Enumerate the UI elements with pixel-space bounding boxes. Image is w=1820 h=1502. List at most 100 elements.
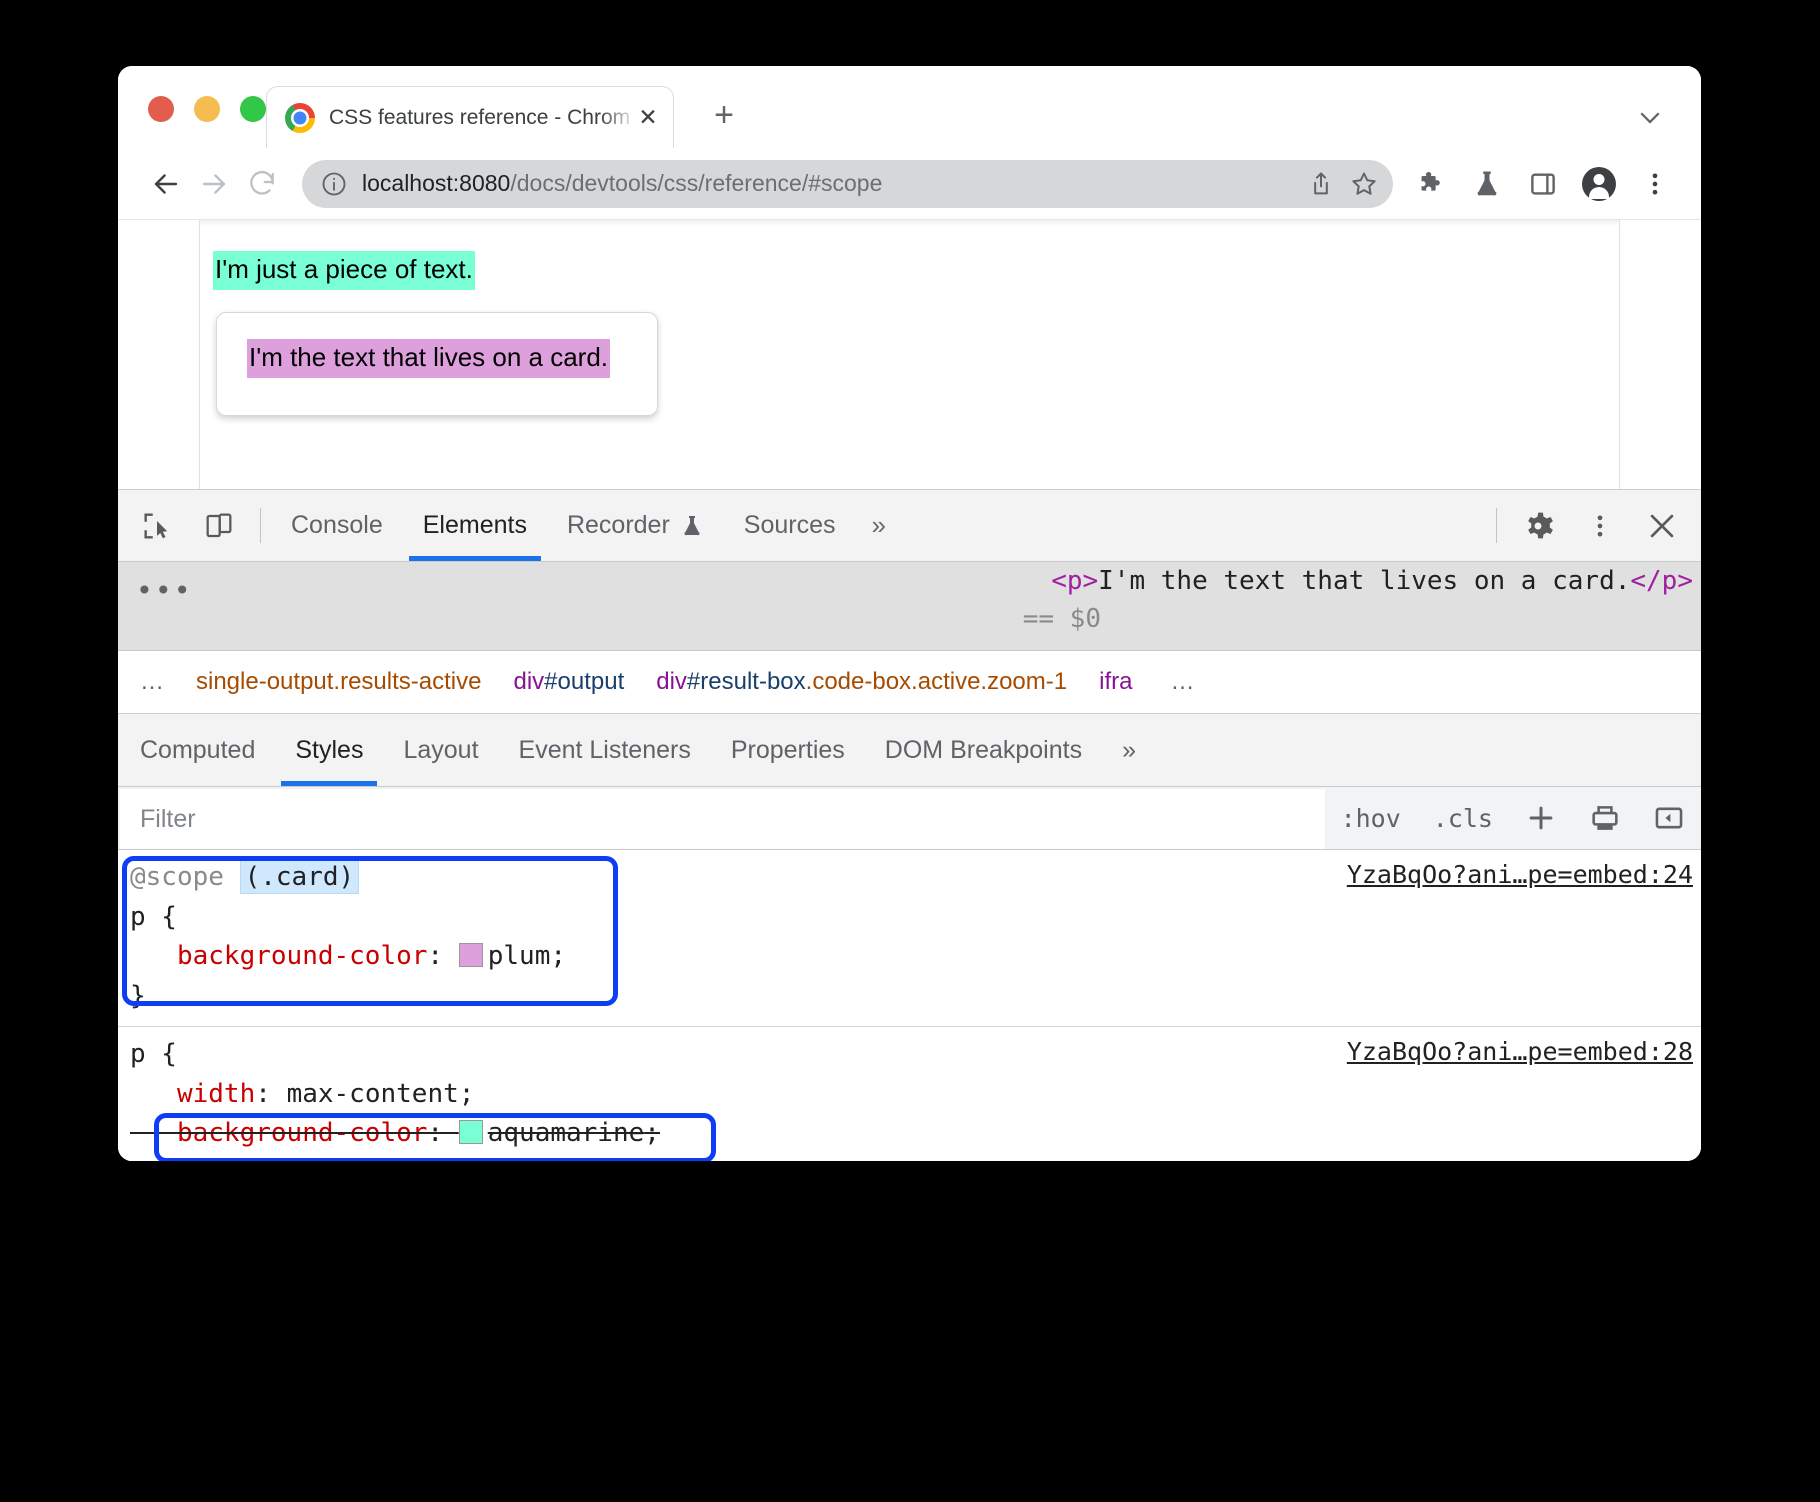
declaration-line-overridden[interactable]: background-color: aquamarine;: [130, 1114, 1701, 1154]
dom-close-tag: </p>: [1630, 566, 1693, 596]
sidebar-tab-event-listeners[interactable]: Event Listeners: [499, 714, 711, 786]
chevron-down-icon[interactable]: [1635, 102, 1665, 132]
close-brace-line: }: [130, 977, 1701, 1017]
window-controls[interactable]: [148, 96, 266, 122]
back-button[interactable]: [142, 160, 190, 208]
new-tab-button[interactable]: +: [704, 96, 744, 136]
inspect-cursor-icon[interactable]: [126, 490, 188, 561]
sidebar-tab-overflow[interactable]: »: [1102, 714, 1156, 786]
color-swatch[interactable]: [459, 1120, 483, 1144]
browser-action-icons: [1407, 160, 1679, 208]
gear-icon[interactable]: [1507, 490, 1569, 561]
close-window-button[interactable]: [148, 96, 174, 122]
breadcrumb-item-iframe[interactable]: ifra: [1083, 668, 1148, 696]
breadcrumb-item-single-output[interactable]: single-output.results-active: [180, 668, 497, 696]
breadcrumb-item-div-result-box[interactable]: div#result-box.code-box.active.zoom-1: [640, 668, 1083, 696]
dom-breadcrumb-bar: … single-output.results-active div#outpu…: [118, 651, 1701, 714]
at-scope-keyword: @scope: [130, 862, 224, 892]
url-path: /docs/devtools/css/reference/#scope: [510, 170, 882, 196]
element-classes-button[interactable]: .cls: [1417, 787, 1509, 849]
color-swatch[interactable]: [459, 943, 483, 967]
reload-button[interactable]: [238, 160, 286, 208]
styles-filter-bar: Filter :hov .cls: [118, 787, 1701, 850]
chrome-logo-icon: [285, 103, 315, 133]
css-rule-scope[interactable]: @scope (.card) p { background-color: plu…: [118, 850, 1701, 1027]
declaration-line[interactable]: background-color: plum;: [130, 937, 1701, 977]
info-circle-icon[interactable]: [320, 170, 348, 198]
close-brace-line: }: [130, 1154, 1701, 1161]
panel-tab-label: Sources: [744, 511, 836, 540]
url-text: localhost:8080/docs/devtools/css/referen…: [362, 170, 1307, 197]
screenshot-stage: CSS features reference - Chrom ✕ +: [0, 0, 1820, 1502]
devtools-panel-tab-sources[interactable]: Sources: [724, 490, 856, 561]
collapse-pane-icon[interactable]: [1637, 787, 1701, 849]
device-toolbar-icon[interactable]: [188, 490, 250, 561]
devtools-panel-tab-console[interactable]: Console: [271, 490, 403, 561]
card-paragraph: I'm the text that lives on a card.: [247, 339, 610, 378]
tab-title: CSS features reference - Chrom: [329, 106, 637, 130]
share-icon[interactable]: [1307, 170, 1335, 198]
rule-source-link[interactable]: YzaBqOo?ani…pe=embed:24: [1347, 860, 1693, 889]
sidebar-tab-computed[interactable]: Computed: [118, 714, 275, 786]
declaration-value[interactable]: aquamarine: [488, 1118, 645, 1148]
close-icon[interactable]: [1631, 490, 1693, 561]
rendered-page-frame: I'm just a piece of text. I'm the text t…: [199, 220, 1620, 489]
panel-overflow-button[interactable]: »: [856, 490, 902, 561]
side-panel-icon[interactable]: [1519, 160, 1567, 208]
maximize-window-button[interactable]: [240, 96, 266, 122]
close-tab-button[interactable]: ✕: [637, 106, 659, 129]
puzzle-icon[interactable]: [1407, 160, 1455, 208]
styles-rules-pane: @scope (.card) p { background-color: plu…: [118, 850, 1701, 1161]
toolbar-divider: [260, 508, 261, 543]
devtools-panel-tab-recorder[interactable]: Recorder: [547, 490, 724, 561]
sidebar-tab-styles[interactable]: Styles: [275, 714, 383, 786]
account-avatar-icon[interactable]: [1575, 160, 1623, 208]
declaration-value[interactable]: plum: [488, 941, 551, 971]
hover-state-button[interactable]: :hov: [1325, 787, 1417, 849]
browser-tab[interactable]: CSS features reference - Chrom ✕: [266, 86, 674, 148]
flask-icon[interactable]: [1463, 160, 1511, 208]
panel-tab-label: Elements: [423, 511, 527, 540]
styles-sidebar-tabs: Computed Styles Layout Event Listeners P…: [118, 714, 1701, 787]
toolbar-divider: [1496, 508, 1497, 543]
minimize-window-button[interactable]: [194, 96, 220, 122]
sidebar-tab-properties[interactable]: Properties: [711, 714, 865, 786]
star-icon[interactable]: [1349, 169, 1379, 199]
omnibox-actions: [1307, 169, 1379, 199]
breadcrumb-item-div-output[interactable]: div#output: [497, 668, 640, 696]
sidebar-tab-layout[interactable]: Layout: [383, 714, 498, 786]
filter-input[interactable]: Filter: [120, 789, 1325, 849]
sidebar-tab-dom-breakpoints[interactable]: DOM Breakpoints: [865, 714, 1102, 786]
dom-tree-row: ••• <p>I'm the text that lives on a card…: [118, 562, 1701, 651]
panel-tab-label: Recorder: [567, 511, 670, 540]
breadcrumb-overflow-right[interactable]: …: [1148, 668, 1210, 696]
declaration-line[interactable]: width: max-content;: [130, 1075, 1701, 1115]
declaration-property[interactable]: width: [177, 1079, 255, 1109]
page-viewport: I'm just a piece of text. I'm the text t…: [118, 220, 1701, 489]
selector-line[interactable]: p {: [130, 898, 1701, 938]
declaration-property[interactable]: background-color: [177, 1118, 427, 1148]
card-element: I'm the text that lives on a card.: [216, 312, 658, 416]
dom-selected-node[interactable]: <p>I'm the text that lives on a card.</p…: [118, 566, 1693, 596]
scope-value[interactable]: (.card): [240, 860, 360, 894]
plus-icon[interactable]: [1509, 787, 1573, 849]
rule-source-link[interactable]: YzaBqOo?ani…pe=embed:28: [1347, 1037, 1693, 1066]
three-dot-menu-icon[interactable]: [1631, 160, 1679, 208]
address-bar[interactable]: localhost:8080/docs/devtools/css/referen…: [302, 160, 1393, 208]
print-styles-icon[interactable]: [1573, 787, 1637, 849]
devtools-panel: Console Elements Recorder Sources »: [118, 489, 1701, 1161]
devtools-panel-tab-elements[interactable]: Elements: [403, 490, 547, 561]
three-dot-menu-icon[interactable]: [1569, 490, 1631, 561]
flask-icon: [680, 514, 704, 538]
declaration-property[interactable]: background-color: [177, 941, 427, 971]
browser-window: CSS features reference - Chrom ✕ +: [118, 66, 1701, 1161]
viewport-left-gutter: [118, 220, 199, 489]
plain-paragraph: I'm just a piece of text.: [213, 251, 475, 290]
breadcrumb-overflow-left[interactable]: …: [118, 668, 180, 696]
dom-open-tag: <p>: [1051, 566, 1098, 596]
css-rule-p[interactable]: p { width: max-content; background-color…: [118, 1027, 1701, 1161]
url-host: localhost:8080: [362, 170, 510, 196]
declaration-value[interactable]: max-content: [287, 1079, 459, 1109]
forward-button[interactable]: [190, 160, 238, 208]
browser-toolbar: localhost:8080/docs/devtools/css/referen…: [118, 148, 1701, 220]
